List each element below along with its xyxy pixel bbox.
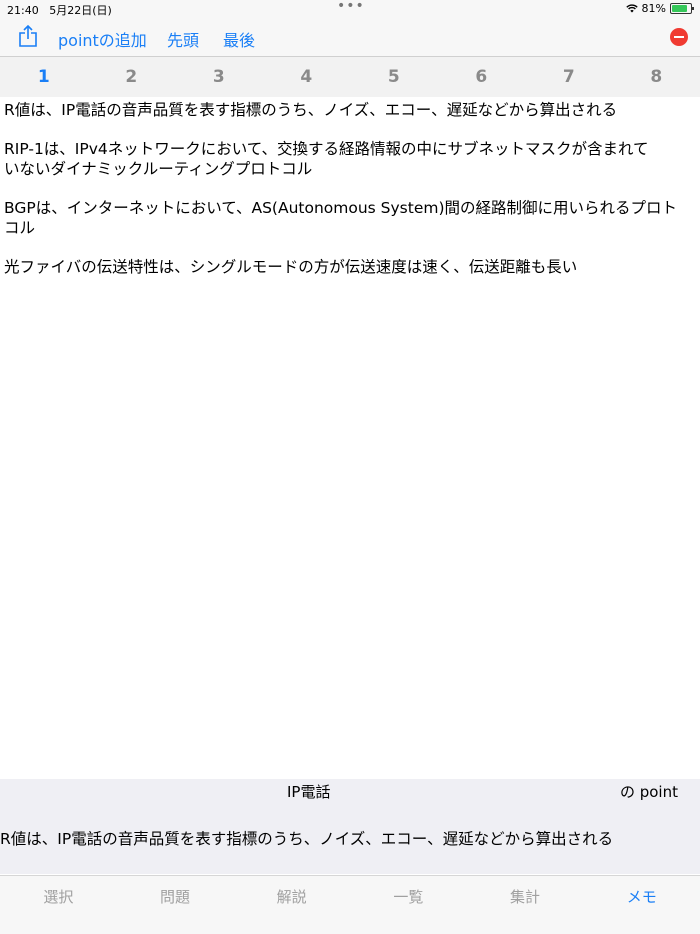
tab-1[interactable]: 1	[0, 57, 88, 97]
wifi-icon	[625, 4, 638, 13]
tab-list[interactable]: 一覧	[350, 876, 467, 918]
tab-question[interactable]: 問題	[117, 876, 234, 918]
tab-6[interactable]: 6	[438, 57, 526, 97]
share-icon[interactable]	[18, 24, 38, 48]
last-button[interactable]: 最後	[223, 27, 255, 51]
point-text: R値は、IP電話の音声品質を表す指標のうち、ノイズ、エコー、遅延などから算出され…	[0, 830, 614, 848]
tab-8[interactable]: 8	[613, 57, 700, 97]
memo-content[interactable]: R値は、IP電話の音声品質を表す指標のうち、ノイズ、エコー、遅延などから算出され…	[4, 100, 694, 296]
first-button[interactable]: 先頭	[167, 27, 199, 51]
tab-7[interactable]: 7	[525, 57, 613, 97]
tab-select[interactable]: 選択	[0, 876, 117, 918]
point-suffix: の point	[619, 783, 678, 801]
multitasking-dots-icon[interactable]: •••	[337, 0, 365, 14]
add-point-button[interactable]: pointの追加	[58, 27, 147, 51]
status-right: 81%	[625, 2, 694, 15]
memo-paragraph: 光ファイバの伝送特性は、シングルモードの方が伝送速度は速く、伝送距離も長い	[4, 258, 578, 276]
status-bar: 21:40 5月22日(日) ••• 81%	[0, 0, 700, 18]
point-title: IP電話	[287, 783, 331, 801]
tab-summary[interactable]: 集計	[467, 876, 584, 918]
battery-percent: 81%	[641, 2, 666, 15]
tab-5[interactable]: 5	[350, 57, 438, 97]
tab-2[interactable]: 2	[88, 57, 176, 97]
battery-icon	[670, 3, 694, 14]
memo-paragraph: R値は、IP電話の音声品質を表す指標のうち、ノイズ、エコー、遅延などから算出され…	[4, 101, 618, 119]
memo-paragraph: BGPは、インターネットにおいて、AS(Autonomous System)間の…	[4, 199, 678, 237]
tab-explanation[interactable]: 解説	[233, 876, 350, 918]
memo-paragraph: RIP-1は、IPv4ネットワークにおいて、交換する経路情報の中にサブネットマス…	[4, 140, 649, 178]
tab-memo[interactable]: メモ	[583, 876, 700, 918]
tab-3[interactable]: 3	[175, 57, 263, 97]
toolbar: pointの追加 先頭 最後	[0, 18, 700, 57]
page-tabs: 1 2 3 4 5 6 7 8	[0, 57, 700, 97]
delete-icon[interactable]	[670, 28, 688, 46]
point-header: IP電話 の point	[0, 779, 700, 801]
point-body: R値は、IP電話の音声品質を表す指標のうち、ノイズ、エコー、遅延などから算出され…	[0, 801, 700, 874]
bottom-tab-bar: 選択 問題 解説 一覧 集計 メモ	[0, 875, 700, 918]
status-time: 21:40 5月22日(日)	[7, 4, 112, 17]
home-indicator-area	[0, 917, 700, 934]
tab-4[interactable]: 4	[263, 57, 351, 97]
